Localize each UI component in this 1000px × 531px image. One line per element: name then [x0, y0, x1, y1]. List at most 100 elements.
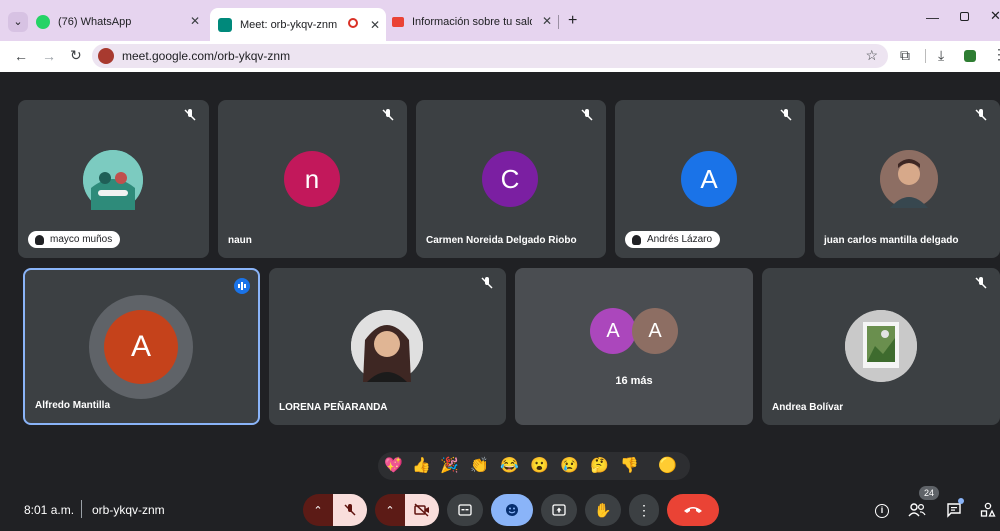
more-count-label: 16 más — [615, 375, 653, 387]
browser-menu-icon[interactable]: ⋮ — [992, 46, 1000, 63]
captions-icon — [458, 504, 472, 516]
profile-extension-icon[interactable] — [964, 50, 976, 62]
participant-tile-active-speaker[interactable]: A Alfredo Mantilla — [23, 268, 260, 425]
reactions-button[interactable] — [491, 494, 533, 526]
whatsapp-icon — [36, 15, 50, 29]
participant-tile[interactable]: Andrea Bolívar — [762, 268, 1000, 425]
hang-up-icon — [684, 507, 702, 513]
raise-hand-button[interactable]: ✋ — [585, 494, 621, 526]
mic-off-icon — [481, 277, 493, 289]
mic-off-icon — [975, 277, 987, 289]
avatar: n — [284, 151, 340, 207]
chat-icon[interactable] — [946, 502, 962, 518]
more-participants-tile[interactable]: A A 16 más — [515, 268, 753, 425]
reload-icon[interactable]: ↻ — [70, 47, 82, 64]
participant-name: Carmen Noreida Delgado Riobo — [426, 235, 577, 246]
participant-tile[interactable]: LORENA PEÑARANDA — [269, 268, 506, 425]
new-tab-button[interactable]: + — [568, 12, 577, 30]
video-options-button[interactable]: ⌃ — [375, 494, 405, 526]
avatar — [83, 150, 143, 210]
camera-off-icon — [414, 503, 429, 517]
participant-name: juan carlos mantilla delgado — [824, 235, 959, 246]
avatar — [880, 150, 938, 208]
extensions-icon[interactable]: ⧉ — [900, 47, 910, 64]
participant-name: Andrés Lázaro — [625, 231, 721, 248]
meeting-time: 8:01 a.m. — [24, 503, 75, 517]
reaction-thinking[interactable]: 🤔 — [590, 456, 609, 474]
close-tab-icon[interactable]: ✕ — [190, 14, 200, 28]
more-options-button[interactable]: ⋮ — [629, 494, 659, 526]
address-bar[interactable]: meet.google.com/orb-ykqv-znm ☆ — [92, 44, 888, 68]
bookmark-star-icon[interactable]: ☆ — [865, 47, 878, 64]
tab-meet[interactable]: Meet: orb-ykqv-znm ✕ — [210, 8, 386, 41]
mic-off-icon — [382, 109, 394, 121]
avatar — [351, 310, 423, 382]
chat-unread-dot — [958, 498, 964, 504]
tab-divider — [558, 15, 559, 29]
captions-button[interactable] — [447, 494, 483, 526]
meet-icon — [218, 17, 232, 32]
participant-name: naun — [228, 235, 252, 246]
activities-icon[interactable] — [980, 502, 996, 518]
participant-tile[interactable]: n naun — [218, 100, 407, 258]
participant-tile[interactable]: C Carmen Noreida Delgado Riobo — [416, 100, 606, 258]
meeting-code: orb-ykqv-znm — [92, 503, 165, 517]
participant-tile[interactable]: mayco muños — [18, 100, 209, 258]
tab-title: Meet: orb-ykqv-znm — [240, 18, 338, 31]
close-window-button[interactable]: ✕ — [990, 8, 1000, 24]
avatar: A — [681, 151, 737, 207]
avatar: A — [104, 310, 178, 384]
profile-photo — [351, 310, 423, 382]
download-icon[interactable]: ⤓ — [938, 47, 944, 64]
speaking-indicator-icon — [234, 278, 250, 294]
tab-search-button[interactable]: ⌄ — [8, 12, 28, 32]
avatar: A — [632, 308, 678, 354]
url-text: meet.google.com/orb-ykqv-znm — [122, 49, 291, 63]
present-icon — [552, 504, 566, 516]
participant-tile[interactable]: A Andrés Lázaro — [615, 100, 805, 258]
avatar: A — [590, 308, 636, 354]
reaction-thumbs-up[interactable]: 👍 — [412, 456, 431, 474]
profile-photo — [880, 150, 938, 208]
people-icon[interactable] — [908, 503, 926, 517]
restore-button[interactable] — [960, 12, 969, 21]
reaction-party[interactable]: 🎉 — [440, 456, 459, 474]
mic-off-icon — [344, 504, 356, 516]
leave-call-button[interactable] — [667, 494, 719, 526]
emoji-icon — [506, 504, 518, 516]
avatar — [845, 310, 917, 382]
reaction-thumbs-down[interactable]: 👎 — [620, 456, 639, 474]
reaction-surprised[interactable]: 😮 — [530, 456, 549, 474]
forward-icon[interactable]: → — [42, 48, 56, 64]
more-vert-icon: ⋮ — [637, 501, 651, 518]
participant-name: mayco muños — [28, 231, 121, 248]
mic-off-icon — [780, 109, 792, 121]
avatar: C — [482, 151, 538, 207]
reaction-laugh[interactable]: 😂 — [500, 456, 519, 474]
present-screen-button[interactable] — [541, 494, 577, 526]
site-info-icon[interactable] — [98, 48, 114, 64]
microphone-toggle-button[interactable] — [333, 494, 367, 526]
mic-off-icon — [975, 109, 987, 121]
close-tab-icon[interactable]: ✕ — [542, 14, 552, 28]
minimize-button[interactable]: — — [926, 10, 939, 25]
meeting-details-button[interactable]: i — [875, 504, 889, 518]
camera-toggle-button[interactable] — [405, 494, 439, 526]
recording-icon — [348, 18, 358, 28]
hand-icon: ✋ — [594, 501, 612, 518]
close-tab-icon[interactable]: ✕ — [370, 18, 380, 32]
reaction-skin-tone[interactable]: 🟡 — [658, 456, 677, 474]
tab-gmail[interactable]: Información sobre tu saldo ✕ — [392, 8, 558, 36]
reaction-sad[interactable]: 😢 — [560, 456, 579, 474]
participant-tile[interactable]: juan carlos mantilla delgado — [814, 100, 1000, 258]
tab-title: (76) WhatsApp — [58, 16, 132, 28]
profile-photo — [83, 150, 143, 210]
tab-whatsapp[interactable]: (76) WhatsApp ✕ — [36, 8, 206, 36]
audio-options-button[interactable]: ⌃ — [303, 494, 333, 526]
profile-photo — [845, 310, 917, 382]
back-icon[interactable]: ← — [14, 48, 28, 64]
reaction-clap[interactable]: 👏 — [470, 456, 489, 474]
participant-name: Andrea Bolívar — [772, 402, 844, 413]
mic-off-icon — [581, 109, 593, 121]
reaction-heart[interactable]: 💖 — [384, 456, 403, 474]
